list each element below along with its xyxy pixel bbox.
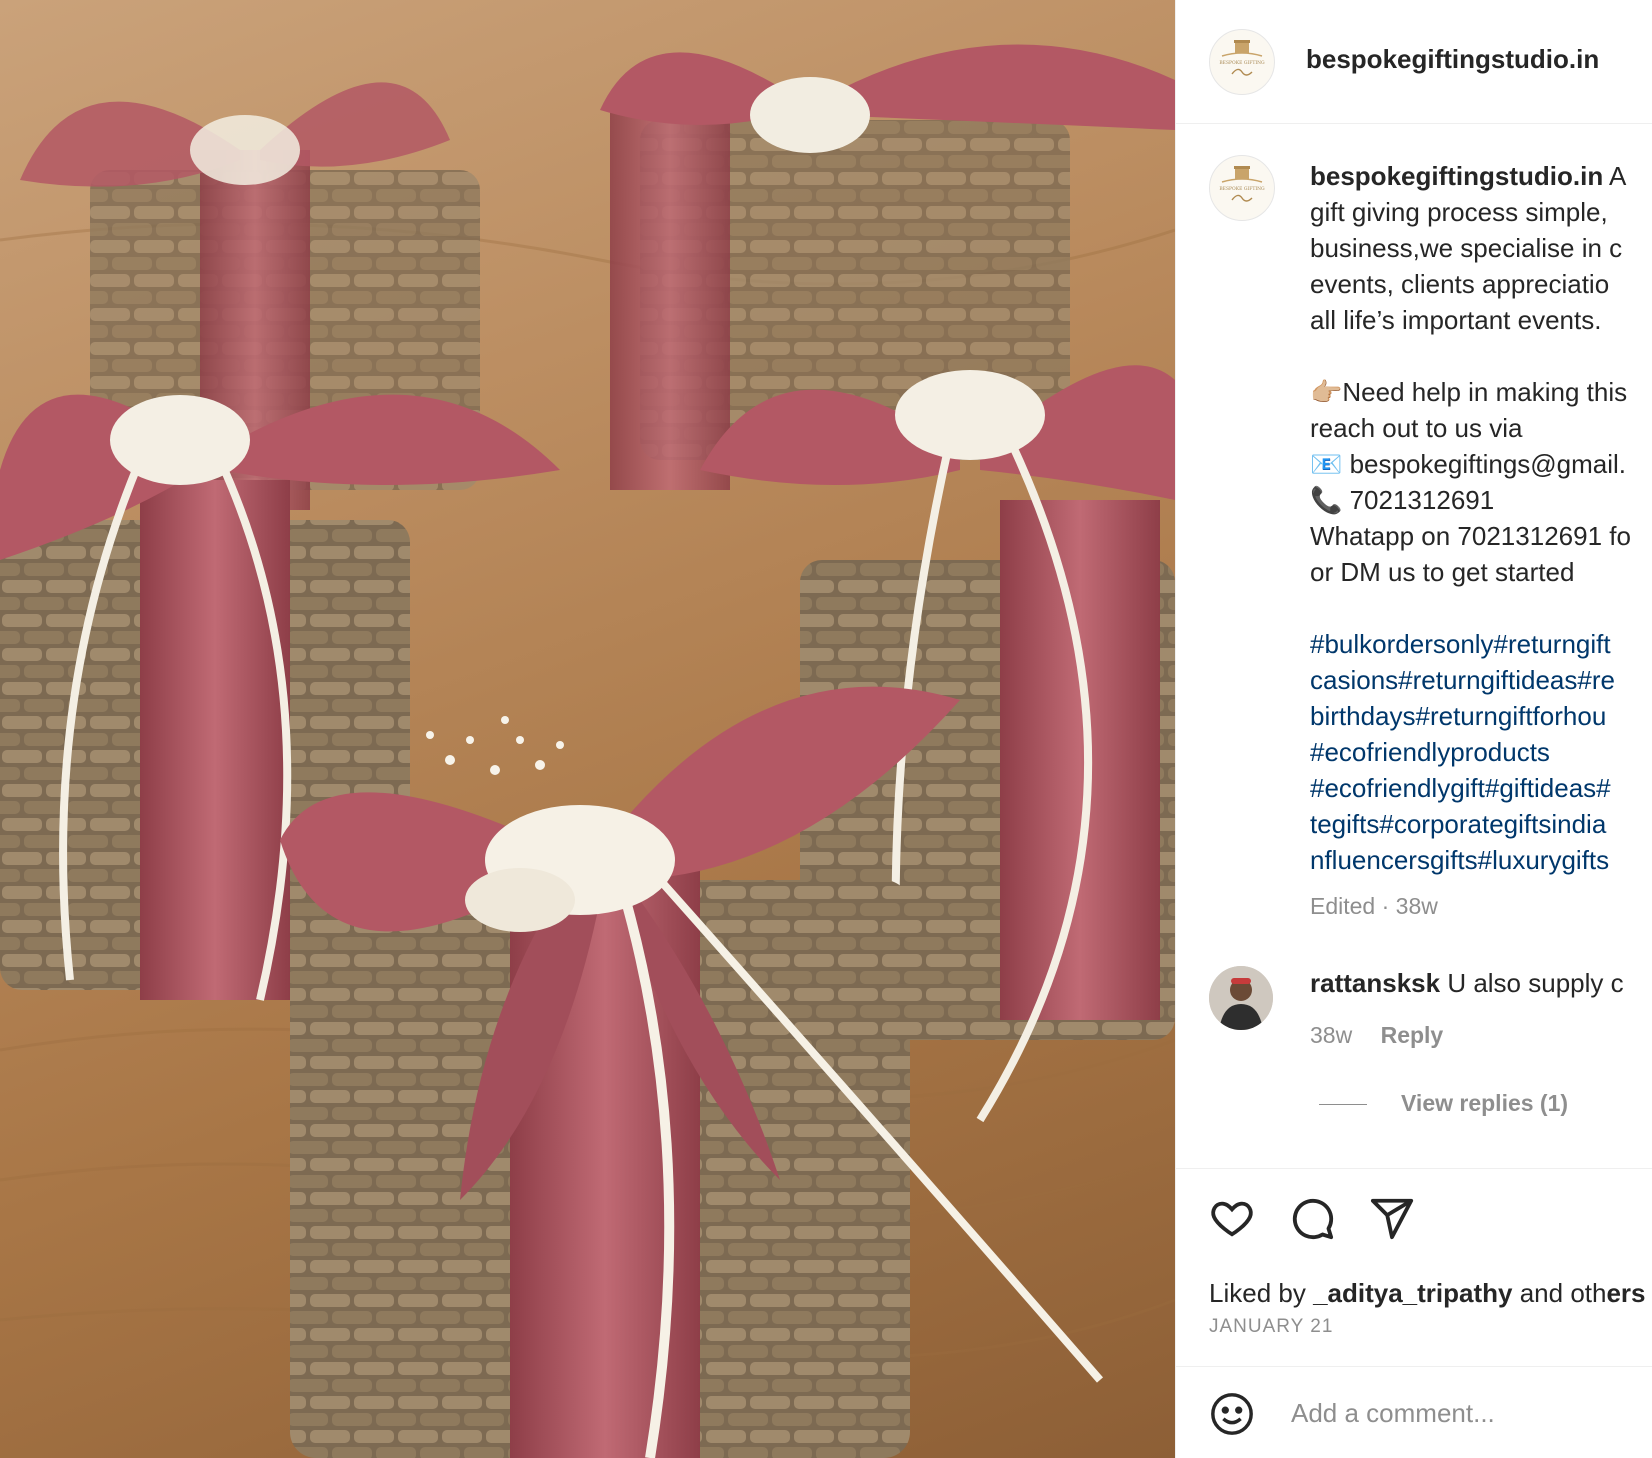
caption-text: business,we specialise in c bbox=[1310, 233, 1623, 263]
comment-username[interactable]: rattansksk bbox=[1310, 968, 1440, 998]
hashtag-link[interactable]: casions#returngiftideas#re bbox=[1310, 662, 1652, 698]
caption-text: events, clients appreciatio bbox=[1310, 269, 1610, 299]
post-author-username[interactable]: bespokegiftingstudio.in bbox=[1306, 44, 1599, 75]
liked-by-user[interactable]: _aditya_tripathy bbox=[1313, 1278, 1512, 1308]
profile-avatar[interactable]: BESPOKE GIFTING bbox=[1209, 29, 1275, 95]
brand-logo-icon: BESPOKE GIFTING bbox=[1219, 40, 1265, 76]
svg-text:BESPOKE GIFTING: BESPOKE GIFTING bbox=[1219, 186, 1265, 192]
reply-button[interactable]: Reply bbox=[1381, 1022, 1444, 1048]
comment-time: 38w bbox=[1310, 1022, 1353, 1048]
gift-baskets-illustration bbox=[0, 44, 1175, 1458]
brand-logo-icon: BESPOKE GIFTING bbox=[1219, 166, 1265, 202]
divider bbox=[1176, 1168, 1652, 1169]
hashtag-link[interactable]: birthdays#returngiftforhou bbox=[1310, 698, 1652, 734]
liked-by-suffix[interactable]: and oth bbox=[1520, 1278, 1607, 1308]
hashtag-link[interactable]: #ecofriendlygift#giftideas# bbox=[1310, 770, 1652, 806]
view-replies-label: View replies (1) bbox=[1401, 1090, 1569, 1116]
comment-row: rattansksk U also supply c bbox=[1310, 968, 1624, 999]
liked-by-others[interactable]: ers bbox=[1606, 1278, 1645, 1308]
caption-text: gift giving process simple, bbox=[1310, 197, 1608, 227]
hashtag-link[interactable]: #ecofriendlyproducts bbox=[1310, 734, 1652, 770]
add-comment-bar bbox=[1176, 1367, 1652, 1458]
hashtag-link[interactable]: tegifts#corporategiftsindia bbox=[1310, 806, 1652, 842]
caption-text: 👉🏼Need help in making this bbox=[1310, 377, 1628, 407]
replies-divider bbox=[1319, 1104, 1367, 1106]
heart-icon[interactable] bbox=[1209, 1195, 1255, 1241]
post-details-panel: BESPOKE GIFTING bespokegiftingstudio.in … bbox=[1175, 0, 1652, 1458]
svg-text:BESPOKE GIFTING: BESPOKE GIFTING bbox=[1219, 60, 1265, 66]
share-icon[interactable] bbox=[1369, 1195, 1415, 1241]
post-image[interactable] bbox=[0, 0, 1175, 1458]
caption-text: all life’s important events. bbox=[1310, 305, 1602, 335]
caption-email: 📧 bespokegiftings@gmail. bbox=[1310, 449, 1627, 479]
comment-meta: 38w Reply bbox=[1310, 1022, 1443, 1049]
commenter-avatar[interactable] bbox=[1209, 966, 1273, 1030]
liked-by-prefix: Liked by bbox=[1209, 1278, 1306, 1308]
caption-text: or DM us to get started bbox=[1310, 557, 1575, 587]
caption-text: A bbox=[1609, 161, 1627, 191]
caption-username[interactable]: bespokegiftingstudio.in bbox=[1310, 161, 1603, 191]
add-comment-input[interactable] bbox=[1291, 1389, 1631, 1437]
view-replies-button[interactable]: View replies (1) bbox=[1319, 1090, 1568, 1117]
comment-text: U also supply c bbox=[1447, 968, 1624, 998]
caption-phone: 📞 7021312691 bbox=[1310, 485, 1495, 515]
post-header: BESPOKE GIFTING bespokegiftingstudio.in bbox=[1176, 0, 1652, 124]
caption-text: reach out to us via bbox=[1310, 413, 1523, 443]
caption-edited-meta: Edited · 38w bbox=[1310, 893, 1438, 919]
post-caption: bespokegiftingstudio.in A gift giving pr… bbox=[1310, 158, 1652, 924]
user-photo-icon bbox=[1209, 966, 1273, 1030]
caption-text: Whatapp on 7021312691 fo bbox=[1310, 521, 1631, 551]
hashtag-link[interactable]: #bulkordersonly#returngift bbox=[1310, 626, 1652, 662]
liked-by: Liked by _aditya_tripathy and others bbox=[1209, 1278, 1646, 1309]
emoji-icon[interactable] bbox=[1209, 1391, 1255, 1437]
caption-avatar[interactable]: BESPOKE GIFTING bbox=[1209, 155, 1275, 221]
comment-icon[interactable] bbox=[1289, 1195, 1335, 1241]
hashtag-link[interactable]: nfluencersgifts#luxurygifts bbox=[1310, 842, 1652, 878]
post-date[interactable]: JANUARY 21 bbox=[1209, 1316, 1333, 1338]
